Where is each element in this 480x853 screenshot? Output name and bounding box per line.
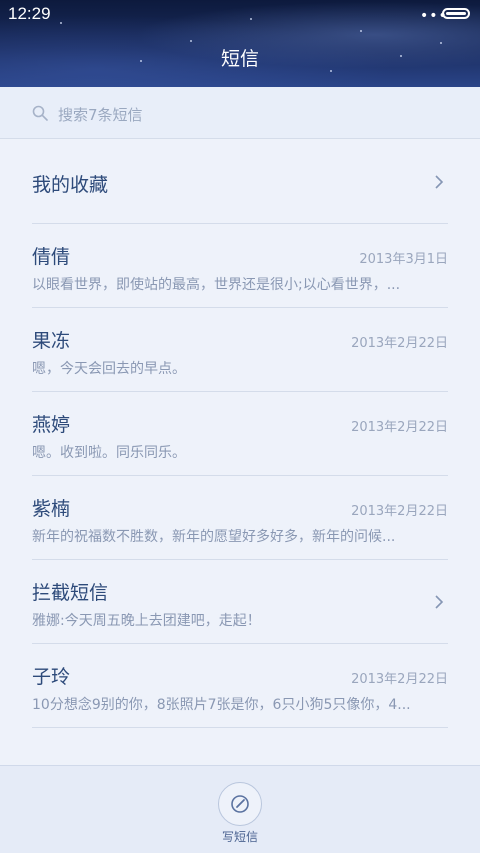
status-time: 12:29	[8, 4, 51, 23]
message-row[interactable]: 紫楠 2013年2月22日 新年的祝福数不胜数，新年的愿望好多好多，新年的问候.…	[32, 476, 448, 560]
message-date: 2013年3月1日	[359, 252, 448, 267]
battery-level	[446, 12, 466, 15]
message-row[interactable]: 子玲 2013年2月22日 10分想念9别的你，8张照片7张是你，6只小狗5只像…	[32, 644, 448, 728]
contact-name: 燕婷	[32, 414, 71, 436]
contact-name: 子玲	[32, 666, 71, 688]
star	[190, 40, 192, 42]
compose-button[interactable]	[218, 782, 262, 826]
battery-icon	[442, 8, 470, 19]
compose-label: 写短信	[221, 830, 258, 844]
contact-name: 紫楠	[32, 498, 71, 520]
blocked-messages-row[interactable]: 拦截短信 雅娜:今天周五晚上去团建吧，走起！	[32, 560, 448, 644]
contact-name: 果冻	[32, 330, 71, 352]
compose-icon	[231, 795, 249, 813]
chevron-right-icon	[435, 595, 444, 609]
header: 12:29 ••• 短信	[0, 0, 480, 87]
search-input[interactable]: 搜索7条短信	[58, 104, 143, 125]
favorites-label: 我的收藏	[32, 174, 109, 196]
message-date: 2013年2月22日	[351, 504, 448, 519]
contact-name: 拦截短信	[32, 582, 109, 604]
message-row[interactable]: 果冻 2013年2月22日 嗯，今天会回去的早点。	[32, 308, 448, 392]
message-preview: 以眼看世界，即使站的最高，世界还是很小;以心看世界，...	[32, 277, 401, 293]
chevron-right-icon	[435, 175, 444, 189]
status-bar: 12:29 •••	[0, 0, 480, 30]
search-icon	[32, 105, 48, 121]
message-preview: 嗯。收到啦。同乐同乐。	[32, 445, 186, 461]
message-preview: 新年的祝福数不胜数，新年的愿望好多好多，新年的问候...	[32, 529, 396, 545]
contact-name: 倩倩	[32, 246, 71, 268]
bottom-bar: 写短信	[0, 765, 480, 853]
favorites-row[interactable]: 我的收藏	[32, 140, 448, 224]
star	[360, 30, 362, 32]
message-date: 2013年2月22日	[351, 420, 448, 435]
message-row[interactable]: 燕婷 2013年2月22日 嗯。收到啦。同乐同乐。	[32, 392, 448, 476]
message-date: 2013年2月22日	[351, 672, 448, 687]
message-preview: 嗯，今天会回去的早点。	[32, 361, 186, 377]
message-row[interactable]: 倩倩 2013年3月1日 以眼看世界，即使站的最高，世界还是很小;以心看世界，.…	[32, 224, 448, 308]
message-preview: 雅娜:今天周五晚上去团建吧，走起！	[32, 613, 261, 629]
message-date: 2013年2月22日	[351, 336, 448, 351]
search-bar[interactable]: 搜索7条短信	[0, 87, 480, 139]
message-preview: 10分想念9别的你，8张照片7张是你，6只小狗5只像你，4...	[32, 697, 411, 713]
page-title: 短信	[220, 48, 259, 70]
